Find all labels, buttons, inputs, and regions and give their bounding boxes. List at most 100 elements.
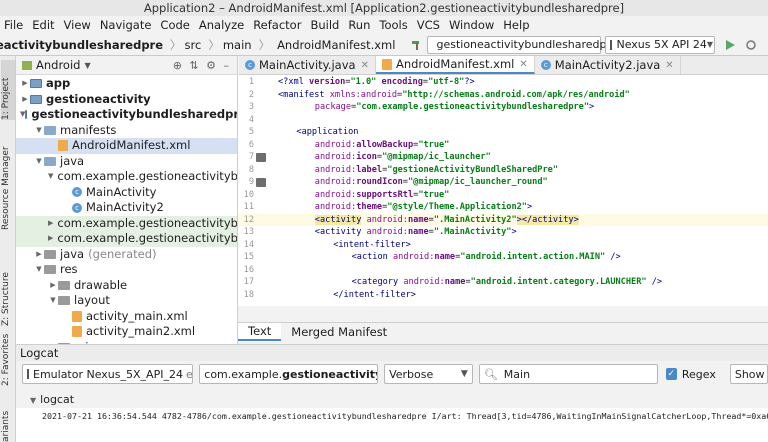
- minimize-icon[interactable]: –: [224, 59, 230, 72]
- breadcrumb-src[interactable]: src: [185, 38, 202, 52]
- tree-item[interactable]: ▼ layout: [16, 293, 237, 309]
- breadcrumb-file[interactable]: AndroidManifest.xml: [277, 38, 395, 52]
- menu-navigate[interactable]: Navigate: [100, 18, 152, 32]
- logcat-level-select[interactable]: Verbose ▼: [384, 364, 473, 384]
- menu-window[interactable]: Window: [449, 18, 494, 32]
- gear-icon[interactable]: ⚙: [206, 59, 216, 72]
- close-icon[interactable]: ✕: [665, 60, 673, 71]
- tree-item[interactable]: c MainActivity2: [16, 200, 237, 216]
- chevron-right-icon[interactable]: ▶: [20, 92, 30, 108]
- run-config-select[interactable]: gestioneactivitybundlesharedpre ▼: [427, 35, 624, 54]
- logcat-device-select[interactable]: Emulator Nexus_5X_API_24 emu ▼: [22, 364, 194, 384]
- tree-item[interactable]: ▼ gestioneactivitybundlesharedpre: [16, 107, 237, 123]
- apply-changes-icon[interactable]: [745, 39, 757, 51]
- chevron-right-icon[interactable]: ▶: [48, 278, 58, 294]
- tab-label: MainActivity.java: [259, 58, 356, 72]
- project-panel-header: Android ▼ ⊕ ⇅ ⚙ –: [16, 56, 237, 75]
- favorites-tab[interactable]: 2: Favorites: [1, 330, 15, 386]
- tab-mainactivity-java[interactable]: c MainActivity.java ✕: [239, 56, 376, 74]
- logcat-device-label: Emulator Nexus_5X_API_24: [33, 367, 183, 381]
- tree-item[interactable]: activity_main2.xml: [16, 324, 237, 340]
- tree-item[interactable]: ▶ drawable: [16, 278, 237, 294]
- collapse-icon[interactable]: ⇅: [189, 59, 198, 72]
- tab-merged-manifest[interactable]: Merged Manifest: [281, 323, 397, 341]
- tree-item[interactable]: ▼ res: [16, 262, 237, 278]
- menu-help[interactable]: Help: [503, 18, 529, 32]
- chevron-down-icon[interactable]: ▼: [34, 154, 44, 170]
- code-token: "@mipmap/ic_launcher": [382, 152, 491, 162]
- tree-item[interactable]: ▶ com.example.gestioneactivitybund: [16, 215, 237, 232]
- chevron-down-icon[interactable]: ▼: [34, 262, 44, 278]
- hammer-icon[interactable]: [411, 39, 423, 51]
- code-token: android:: [393, 252, 435, 262]
- device-select[interactable]: Nexus 5X API 24 ▼: [605, 35, 716, 54]
- logcat-search-input[interactable]: 🔍︎ Main: [478, 364, 658, 384]
- tree-item[interactable]: ▶ java (generated): [16, 247, 237, 263]
- logcat-package-name: gestioneactivitybur: [282, 367, 377, 381]
- menu-code[interactable]: Code: [160, 18, 189, 32]
- android-icon: [22, 60, 32, 70]
- code-editor[interactable]: 1 <?xml version="1.0" encoding="utf-8"?> 2…: [238, 75, 768, 306]
- tree-item-label: java: [60, 246, 85, 261]
- tree-item[interactable]: ▶ com.example.gestioneactivitybund: [16, 231, 237, 247]
- chevron-down-icon[interactable]: ▼: [48, 169, 53, 185]
- tab-androidmanifest-xml[interactable]: AndroidManifest.xml ✕: [375, 56, 535, 74]
- panel-controls: ⊕ ⇅ ⚙ –: [173, 59, 229, 72]
- resource-manager-tab[interactable]: Resource Manager: [1, 130, 15, 230]
- tree-item[interactable]: ▼ manifests: [16, 123, 237, 139]
- breadcrumb-main[interactable]: main: [223, 38, 252, 52]
- menu-view[interactable]: View: [64, 18, 91, 32]
- tab-mainactivity2-java[interactable]: c MainActivity2.java ✕: [535, 56, 681, 74]
- image-preview-icon[interactable]: [256, 153, 266, 162]
- menu-analyze[interactable]: Analyze: [199, 18, 244, 32]
- structure-tab[interactable]: Z: Structure: [1, 256, 15, 326]
- tree-item-label: AndroidManifest.xml: [72, 138, 191, 152]
- tree-item[interactable]: activity_main.xml: [16, 309, 237, 325]
- code-text: android:icon="@mipmap/ic_launcher": [315, 151, 491, 164]
- tree-item[interactable]: ▶ gestioneactivity: [16, 92, 237, 108]
- tree-item[interactable]: ▶ app: [16, 76, 237, 92]
- tree-item-label: activity_main2.xml: [86, 324, 196, 338]
- chevron-right-icon[interactable]: ▶: [34, 247, 44, 263]
- breadcrumb-module[interactable]: eactivitybundlesharedpre: [0, 38, 163, 52]
- crosshair-icon[interactable]: ⊕: [173, 59, 182, 72]
- menu-run[interactable]: Run: [348, 18, 370, 32]
- close-icon[interactable]: ✕: [361, 60, 369, 71]
- code-line: 8 android:label="gestioneActivityBundleSh…: [238, 164, 768, 177]
- chevron-right-icon[interactable]: ▶: [48, 231, 53, 247]
- logcat-package-select[interactable]: com.example.gestioneactivitybur ▼: [199, 364, 379, 384]
- project-view-selector[interactable]: Android: [36, 58, 80, 72]
- menu-refactor[interactable]: Refactor: [253, 18, 301, 32]
- chevron-right-icon[interactable]: ▶: [48, 216, 53, 232]
- code-token: >: [511, 227, 517, 237]
- menu-edit[interactable]: Edit: [32, 18, 54, 32]
- image-preview-icon[interactable]: [256, 178, 266, 187]
- close-icon[interactable]: ✕: [519, 59, 527, 70]
- menu-vcs[interactable]: VCS: [417, 18, 440, 32]
- logcat-show-select[interactable]: Show: [729, 364, 768, 384]
- menu-tools[interactable]: Tools: [379, 18, 407, 32]
- logcat-show-label: Show: [734, 367, 765, 381]
- tab-text[interactable]: Text: [238, 323, 282, 341]
- chevron-down-icon[interactable]: ▼: [48, 293, 58, 309]
- code-token: android:: [366, 214, 408, 225]
- code-text: <action android:name="android.intent.act…: [352, 251, 621, 264]
- chevron-down-icon[interactable]: ▼: [84, 61, 90, 70]
- project-tool-tab[interactable]: 1: Project: [1, 60, 15, 120]
- run-icon[interactable]: [724, 39, 736, 51]
- menu-file[interactable]: File: [4, 18, 23, 32]
- tree-item[interactable]: ▼ java: [16, 154, 237, 170]
- build-variants-tab[interactable]: ariants: [1, 400, 15, 442]
- chevron-right-icon[interactable]: ▶: [20, 76, 30, 92]
- chevron-down-icon[interactable]: ▼: [34, 123, 44, 139]
- tree-item[interactable]: ▼ com.example.gestioneactivitybund: [16, 169, 237, 185]
- regex-checkbox[interactable]: ✓: [665, 368, 677, 380]
- code-token: "com.example.gestioneactivitybundleshare…: [356, 102, 590, 112]
- tree-item[interactable]: c MainActivity: [16, 185, 237, 201]
- menu-build[interactable]: Build: [310, 18, 339, 32]
- chevron-down-icon[interactable]: ▼: [30, 396, 36, 405]
- line-number: 16: [243, 264, 254, 275]
- tree-item[interactable]: AndroidManifest.xml: [16, 138, 237, 154]
- xml-file-icon: [381, 58, 392, 70]
- code-token: label: [356, 164, 383, 175]
